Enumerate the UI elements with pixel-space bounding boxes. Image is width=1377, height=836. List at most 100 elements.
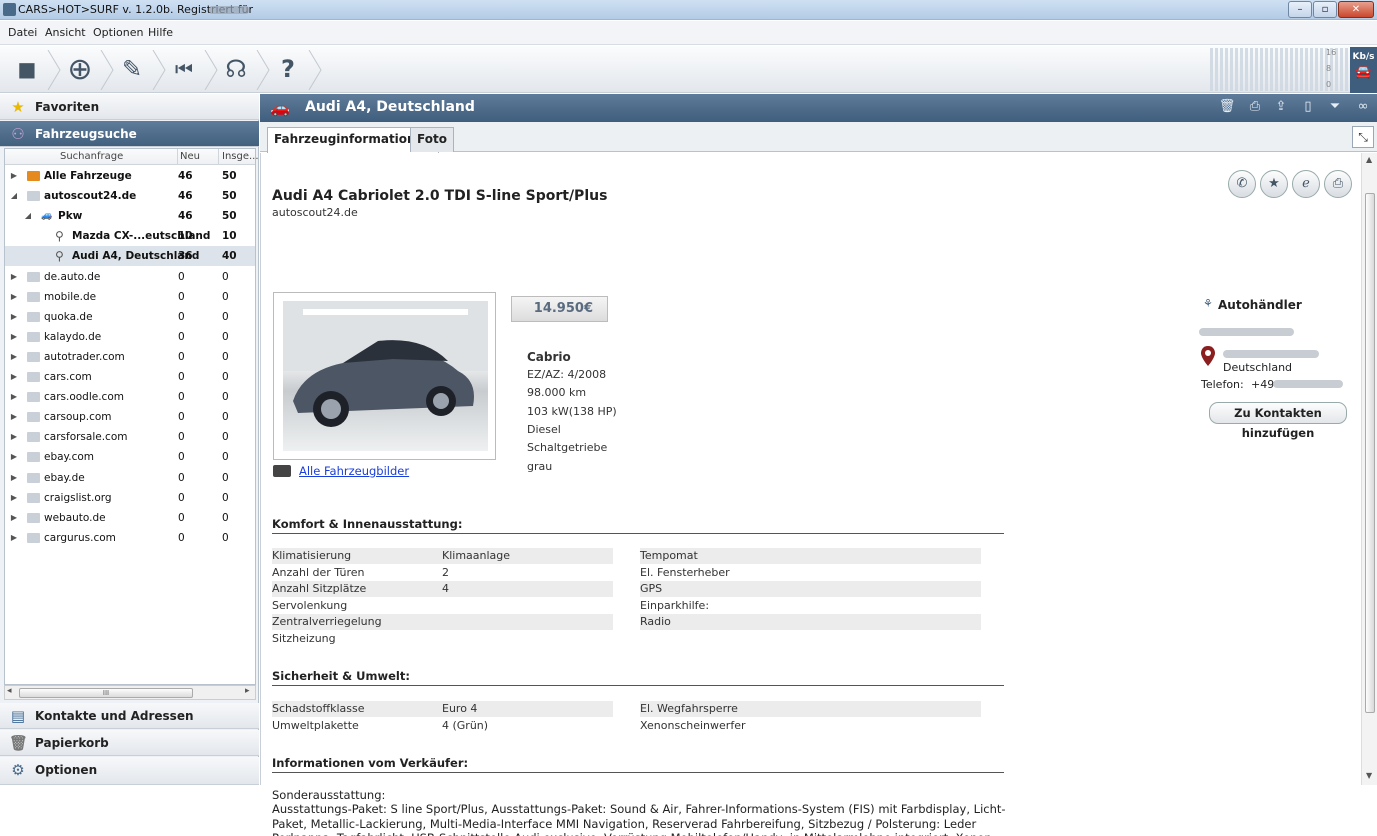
spec-power: 103 kW(138 HP) xyxy=(527,405,617,418)
add-search-button[interactable]: ⊕ xyxy=(58,49,102,89)
sidebar-vehicle-search[interactable]: ⚇ Fahrzeugsuche xyxy=(0,121,259,147)
scroll-left-arrow[interactable]: ◂ xyxy=(7,686,12,696)
tree-row-new-count: 36 xyxy=(178,250,193,263)
tree-row[interactable]: ▶ cars.com 0 0 xyxy=(5,367,255,387)
phone-icon: ✆ xyxy=(1236,176,1248,191)
search-tree: Suchanfrage Neu Insge... ▶ Alle Fahrzeuge… xyxy=(4,148,259,685)
tree-hscrollbar[interactable]: ◂ III ▸ xyxy=(4,685,256,700)
sidebar-trash[interactable]: 🗑 Papierkorb xyxy=(0,730,259,756)
tree-row[interactable]: ▶ de.auto.de 0 0 xyxy=(5,267,255,287)
phone-icon[interactable]: ▯ xyxy=(1299,99,1317,117)
folder-icon xyxy=(27,171,40,181)
vehicle-photo[interactable] xyxy=(283,301,488,451)
tree-row[interactable]: ▶ cars.oodle.com 0 0 xyxy=(5,387,255,407)
tree-row[interactable]: ◢ 🚙 Pkw 46 50 xyxy=(5,206,255,226)
scroll-up-arrow[interactable]: ▲ xyxy=(1366,155,1372,164)
tree-row[interactable]: ▶ webauto.de 0 0 xyxy=(5,508,255,528)
print-icon[interactable]: ⎙ xyxy=(1246,99,1264,117)
tree-row[interactable]: ▶ ebay.com 0 0 xyxy=(5,447,255,467)
tree-row-new-count: 0 xyxy=(178,411,185,424)
expand-arrow-icon[interactable]: ▶ xyxy=(9,407,19,427)
tree-row[interactable]: ⚲ Mazda CX-...eutschland 10 10 xyxy=(5,226,255,246)
menu-optionen[interactable]: Optionen xyxy=(93,26,143,39)
expand-arrow-icon[interactable]: ▶ xyxy=(9,488,19,508)
column-query[interactable]: Suchanfrage xyxy=(60,151,123,162)
edit-button[interactable]: ✎ xyxy=(110,49,154,89)
tree-row[interactable]: ▶ kalaydo.de 0 0 xyxy=(5,327,255,347)
scroll-thumb[interactable] xyxy=(1365,193,1375,713)
all-photos-link[interactable]: Alle Fahrzeugbilder xyxy=(299,464,409,478)
tree-row[interactable]: ▶ ebay.de 0 0 xyxy=(5,468,255,488)
tree-row[interactable]: ◢ autoscout24.de 46 50 xyxy=(5,186,255,206)
expand-arrow-icon[interactable]: ▶ xyxy=(9,367,19,387)
tab-photo[interactable]: Foto xyxy=(410,127,454,152)
collapse-arrow-icon[interactable]: ◢ xyxy=(23,206,33,226)
help-button[interactable]: ? xyxy=(266,49,310,89)
back-button[interactable]: ⏮ xyxy=(162,49,206,89)
menu-bar: Datei Ansicht Optionen Hilfe xyxy=(0,21,1377,45)
export-icon[interactable]: ⇪ xyxy=(1272,99,1290,117)
seller-label: Sonderausstattung: xyxy=(272,788,386,802)
sidebar-options[interactable]: ⚙ Optionen xyxy=(0,757,259,785)
expand-arrow-icon[interactable]: ▶ xyxy=(9,267,19,287)
sidebar-contacts[interactable]: ▤ Kontakte und Adressen xyxy=(0,703,259,729)
tree-row[interactable]: ⚲ Audi A4, Deutschland 36 40 xyxy=(5,246,255,267)
sidebar-favorites[interactable]: ★ Favoriten xyxy=(0,94,259,120)
trash-icon[interactable]: 🗑 xyxy=(1218,99,1236,117)
expand-arrow-icon[interactable]: ▶ xyxy=(9,327,19,347)
stop-button[interactable]: ■ xyxy=(5,49,49,89)
menu-hilfe[interactable]: Hilfe xyxy=(148,26,173,39)
scroll-right-arrow[interactable]: ▸ xyxy=(245,686,250,696)
expand-arrow-icon[interactable]: ▶ xyxy=(9,287,19,307)
support-button[interactable]: ☊ xyxy=(214,49,258,89)
open-browser-button[interactable]: ℯ xyxy=(1292,170,1320,198)
maximize-button[interactable]: ▫ xyxy=(1313,1,1337,18)
vehicle-photo-frame[interactable] xyxy=(273,292,496,460)
tree-row[interactable]: ▶ mobile.de 0 0 xyxy=(5,287,255,307)
column-new[interactable]: Neu xyxy=(180,151,200,162)
folder-icon xyxy=(27,512,40,523)
close-button[interactable]: ✕ xyxy=(1338,1,1374,18)
stop-icon: ■ xyxy=(17,57,37,81)
feature-key: Zentralverriegelung xyxy=(272,615,382,628)
tree-row[interactable]: ▶ autotrader.com 0 0 xyxy=(5,347,255,367)
feature-row: Anzahl Sitzplätze 4 xyxy=(272,581,613,597)
expand-arrow-icon[interactable]: ▶ xyxy=(9,508,19,528)
expand-arrow-icon[interactable]: ▶ xyxy=(9,468,19,488)
print-button[interactable]: ⎙ xyxy=(1324,170,1352,198)
filter-icon[interactable]: ⏷ xyxy=(1326,99,1344,117)
scroll-down-arrow[interactable]: ▼ xyxy=(1366,771,1372,780)
expand-arrow-icon[interactable]: ▶ xyxy=(9,307,19,327)
tree-row[interactable]: ▶ carsoup.com 0 0 xyxy=(5,407,255,427)
folder-icon xyxy=(27,532,40,543)
favorite-button[interactable]: ★ xyxy=(1260,170,1288,198)
collapse-icon[interactable]: ⤡ xyxy=(1352,126,1374,148)
tree-row-label: ebay.de xyxy=(44,471,85,484)
tree-row[interactable]: ▶ quoka.de 0 0 xyxy=(5,307,255,327)
folder-icon xyxy=(27,311,40,322)
column-total[interactable]: Insge... xyxy=(222,151,259,162)
expand-arrow-icon[interactable]: ▶ xyxy=(9,447,19,467)
folder-icon xyxy=(27,372,40,382)
feature-key: Servolenkung xyxy=(272,598,348,612)
scroll-thumb[interactable]: III xyxy=(19,688,193,698)
tree-row[interactable]: ▶ Alle Fahrzeuge 46 50 xyxy=(5,166,255,186)
binoculars-icon[interactable]: ∞ xyxy=(1352,99,1374,117)
menu-ansicht[interactable]: Ansicht xyxy=(45,26,86,39)
expand-arrow-icon[interactable]: ▶ xyxy=(9,528,19,548)
add-icon: ⊕ xyxy=(67,51,93,87)
tree-row[interactable]: ▶ cargurus.com 0 0 xyxy=(5,528,255,548)
expand-arrow-icon[interactable]: ▶ xyxy=(9,166,19,186)
menu-datei[interactable]: Datei xyxy=(8,26,37,39)
tree-row[interactable]: ▶ carsforsale.com 0 0 xyxy=(5,427,255,447)
tree-row-total-count: 10 xyxy=(222,230,237,243)
call-button[interactable]: ✆ xyxy=(1228,170,1256,198)
minimize-button[interactable]: – xyxy=(1288,1,1312,18)
expand-arrow-icon[interactable]: ▶ xyxy=(9,347,19,367)
add-to-contacts-button[interactable]: Zu Kontakten hinzufügen xyxy=(1209,402,1347,440)
expand-arrow-icon[interactable]: ▶ xyxy=(9,387,19,407)
expand-arrow-icon[interactable]: ▶ xyxy=(9,427,19,447)
tree-row[interactable]: ▶ craigslist.org 0 0 xyxy=(5,488,255,508)
collapse-arrow-icon[interactable]: ◢ xyxy=(9,186,19,206)
content-vscrollbar[interactable]: ▲ ▼ xyxy=(1361,153,1377,785)
